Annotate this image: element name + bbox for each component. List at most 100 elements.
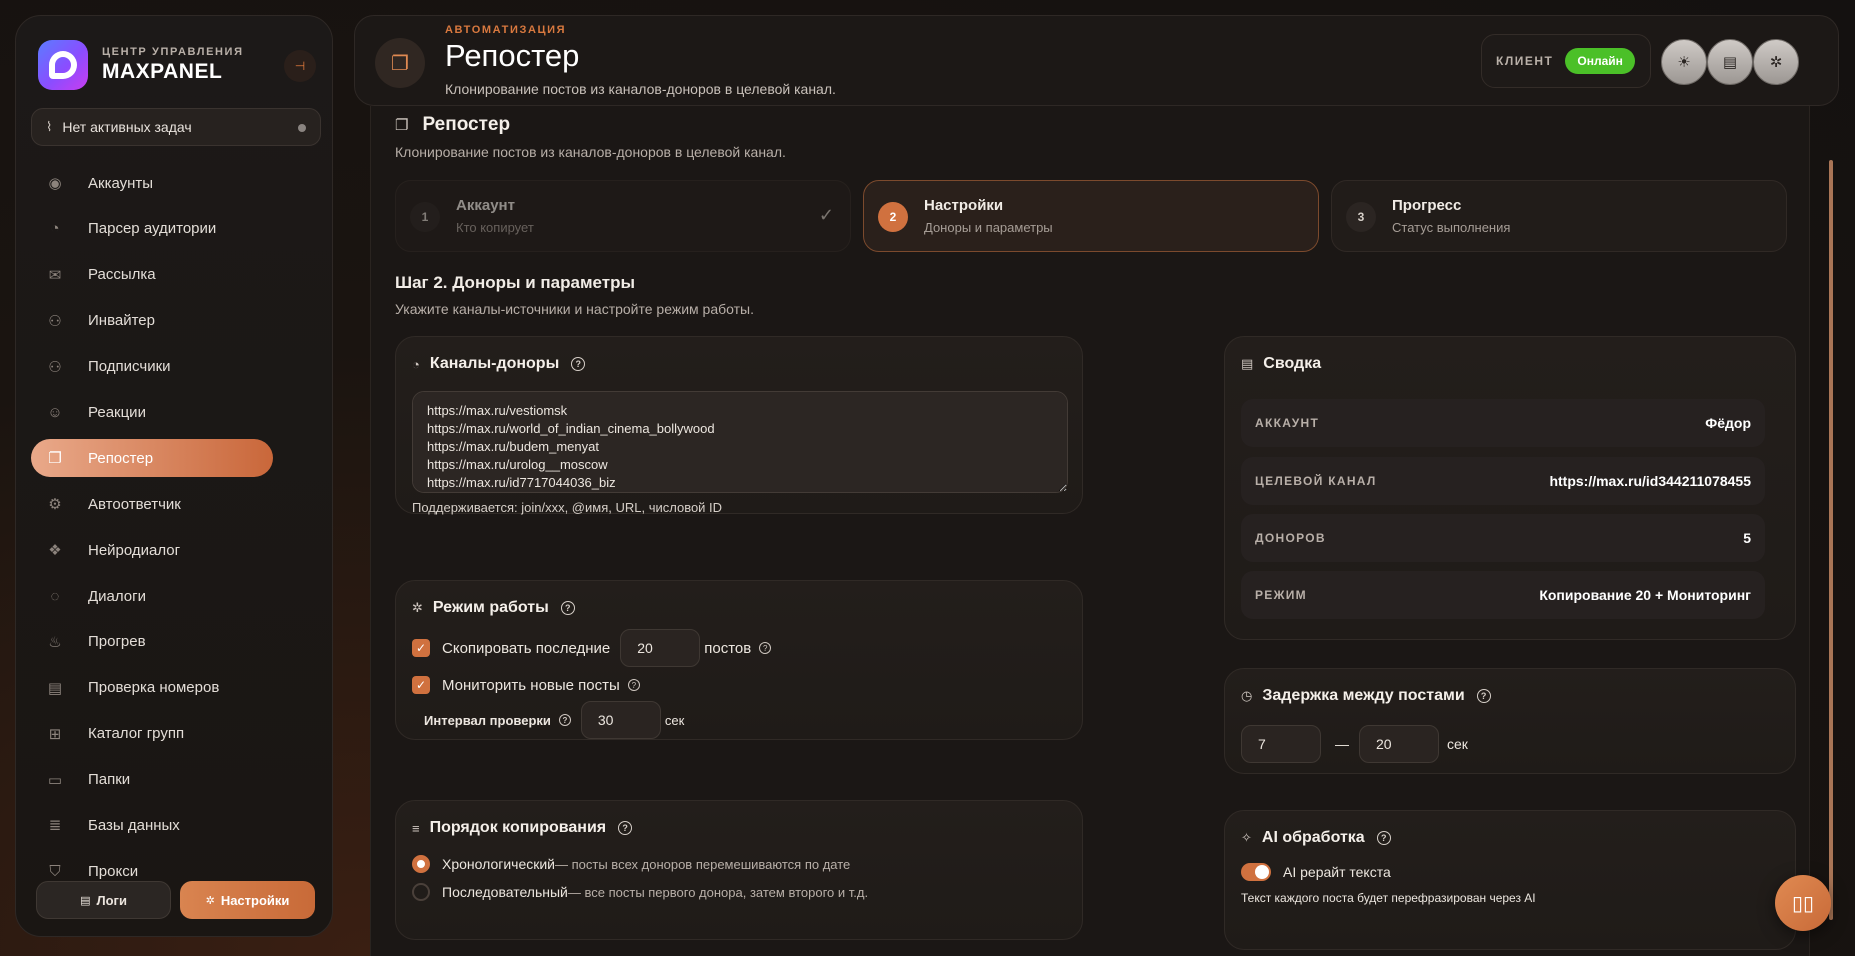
- option-desc: — посты всех доноров перемешиваются по д…: [555, 856, 851, 872]
- sidebar-nav: ◉ Аккаунты ◔ Парсер аудитории ✉ Рассылка ⚇ Инва…: [31, 164, 321, 898]
- sidebar-item-11[interactable]: ▤ Проверка номеров: [31, 669, 321, 707]
- ai-hint: Текст каждого поста будет перефразирован…: [1241, 891, 1536, 905]
- status-dot: [298, 124, 306, 132]
- help-icon[interactable]: ?: [759, 642, 772, 654]
- help-icon[interactable]: ?: [558, 714, 571, 726]
- ai-rewrite-row: AI рерайт текста: [1241, 863, 1391, 881]
- copy-last-row: ✓ Скопировать последние 20 постов ?: [412, 629, 772, 667]
- delay-max-input[interactable]: 20: [1359, 725, 1439, 763]
- donors-textarea[interactable]: [412, 391, 1068, 493]
- guide-button[interactable]: ▯▯: [1775, 875, 1831, 931]
- step-settings[interactable]: 2 Настройки Доноры и параметры: [863, 180, 1319, 252]
- help-icon[interactable]: ?: [571, 357, 586, 371]
- sidebar-item-4[interactable]: ⚇ Подписчики: [31, 348, 321, 386]
- activity-icon: ⌇: [46, 119, 53, 134]
- sidebar-item-2[interactable]: ✉ Рассылка: [31, 256, 321, 294]
- step-subtitle: Кто копирует: [456, 220, 534, 235]
- summary-row-donors: ДОНОРОВ 5: [1241, 514, 1765, 562]
- order-title: ≡ Порядок копирования?: [412, 819, 633, 837]
- chat-icon: ◌: [50, 587, 60, 605]
- page-description: Клонирование постов из каналов-доноров в…: [445, 81, 836, 97]
- content-scrollbar[interactable]: [1829, 160, 1833, 920]
- radio-chrono[interactable]: [412, 855, 430, 873]
- summary-card: ▤ Сводка АККАУНТ Фёдор ЦЕЛЕВОЙ КАНАЛ https:…: [1224, 336, 1796, 640]
- app-logo: [38, 40, 88, 90]
- theme-toggle-button[interactable]: ☀: [1661, 39, 1707, 85]
- docs-button[interactable]: ▤: [1707, 39, 1753, 85]
- active-tasks-indicator[interactable]: ⌇ Нет активных задач: [31, 108, 321, 146]
- sidebar-item-label: Диалоги: [88, 587, 146, 605]
- step2-title: Шаг 2. Доноры и параметры: [395, 273, 635, 292]
- sidebar-item-13[interactable]: ▭ Папки: [31, 761, 321, 799]
- interval-input[interactable]: 30: [580, 701, 661, 739]
- sidebar-item-label: Рассылка: [88, 266, 156, 284]
- sidebar-item-label: Репостер: [88, 449, 154, 467]
- help-icon[interactable]: ?: [618, 821, 633, 835]
- mail-icon: ✉: [48, 266, 62, 284]
- monitor-label: Мониторить новые посты: [442, 676, 620, 694]
- help-icon[interactable]: ?: [1376, 831, 1391, 845]
- monitor-row: ✓ Мониторить новые посты ?: [412, 676, 640, 694]
- ai-title: ✧ AI обработка?: [1241, 829, 1391, 847]
- option-name: Хронологический: [442, 856, 556, 872]
- sidebar-item-10[interactable]: ♨ Прогрев: [31, 623, 321, 661]
- logs-button[interactable]: ▤ Логи: [36, 881, 171, 919]
- sidebar-item-9[interactable]: ◌ Диалоги: [31, 577, 321, 615]
- step-account[interactable]: 1 Аккаунт Кто копирует ✓: [395, 180, 851, 252]
- settings-button[interactable]: ✲ Настройки: [180, 881, 315, 919]
- help-icon[interactable]: ?: [560, 601, 575, 615]
- header: ❐ АВТОМАТИЗАЦИЯ Репостер Клонирование по…: [354, 15, 1839, 106]
- copy-last-label: Скопировать последние: [442, 639, 611, 657]
- order-option-sequential[interactable]: Последовательный — все посты первого дон…: [412, 883, 868, 901]
- radio-sequential[interactable]: [412, 883, 430, 901]
- sidebar-item-6[interactable]: ❐ Репостер: [31, 439, 273, 478]
- sidebar-item-5[interactable]: ☺ Реакции: [31, 393, 321, 431]
- book-icon: ▯▯: [1791, 892, 1814, 915]
- sidebar-item-3[interactable]: ⚇ Инвайтер: [31, 302, 321, 340]
- sidebar-item-label: Проверка номеров: [88, 679, 220, 697]
- interval-label: Интервал проверки: [424, 712, 551, 728]
- sidebar-item-label: Базы данных: [88, 816, 180, 834]
- step-number: 2: [878, 202, 908, 232]
- copy-count-input[interactable]: 20: [620, 629, 701, 667]
- step-number: 1: [410, 202, 440, 232]
- sidebar-item-14[interactable]: ≣ Базы данных: [31, 806, 321, 844]
- delay-min-input[interactable]: 7: [1241, 725, 1321, 763]
- step-progress[interactable]: 3 Прогресс Статус выполнения: [1331, 180, 1787, 252]
- main-content: ❐ Репостер Клонирование постов из каналов…: [370, 106, 1810, 956]
- help-icon[interactable]: ?: [627, 679, 640, 691]
- monitor-checkbox[interactable]: ✓: [412, 676, 430, 694]
- user-circle-icon: ◉: [48, 175, 62, 192]
- copy-unit: постов: [704, 639, 752, 657]
- copy-icon: ❐: [395, 117, 409, 134]
- sidebar-item-12[interactable]: ⊞ Каталог групп: [31, 715, 321, 753]
- header-eyebrow: АВТОМАТИЗАЦИЯ: [445, 24, 567, 36]
- sidebar-item-8[interactable]: ❖ Нейродиалог: [31, 531, 321, 569]
- users-icon: ⚇: [48, 358, 62, 376]
- file-icon: ▤: [80, 894, 91, 907]
- sidebar-item-label: Аккаунты: [88, 174, 154, 192]
- donors-title: ◔ Каналы-доноры?: [412, 355, 586, 373]
- option-desc: — все посты первого донора, затем второг…: [567, 884, 869, 900]
- copy-last-checkbox[interactable]: ✓: [412, 639, 430, 657]
- copy-icon: ❐: [48, 450, 62, 468]
- sidebar-item-1[interactable]: ◔ Парсер аудитории: [31, 210, 321, 248]
- settings-label: Настройки: [220, 892, 290, 908]
- section-title: ❐ Репостер: [395, 114, 511, 135]
- order-option-chrono[interactable]: Хронологический — посты всех доноров пер…: [412, 855, 850, 873]
- settings-top-button[interactable]: ✲: [1753, 39, 1799, 85]
- sidebar-item-0[interactable]: ◉ Аккаунты: [31, 164, 321, 202]
- sidebar-item-label: Папки: [88, 771, 131, 789]
- help-icon[interactable]: ?: [1476, 689, 1491, 703]
- sidebar-item-7[interactable]: ⚙ Автоответчик: [31, 485, 321, 523]
- summary-row-account: АККАУНТ Фёдор: [1241, 399, 1765, 447]
- interval-row: Интервал проверки ? 30 сек: [424, 701, 684, 739]
- ai-rewrite-toggle[interactable]: [1241, 863, 1271, 881]
- step-subtitle: Доноры и параметры: [924, 220, 1053, 235]
- timer-icon: ◷: [1241, 688, 1253, 703]
- robot-icon: ⚙: [48, 496, 62, 514]
- pin-sidebar-button[interactable]: ⊣: [284, 50, 316, 82]
- status-badge: Онлайн: [1565, 48, 1635, 74]
- page-title: Репостер: [445, 38, 580, 73]
- pin-icon: ⊣: [294, 59, 306, 73]
